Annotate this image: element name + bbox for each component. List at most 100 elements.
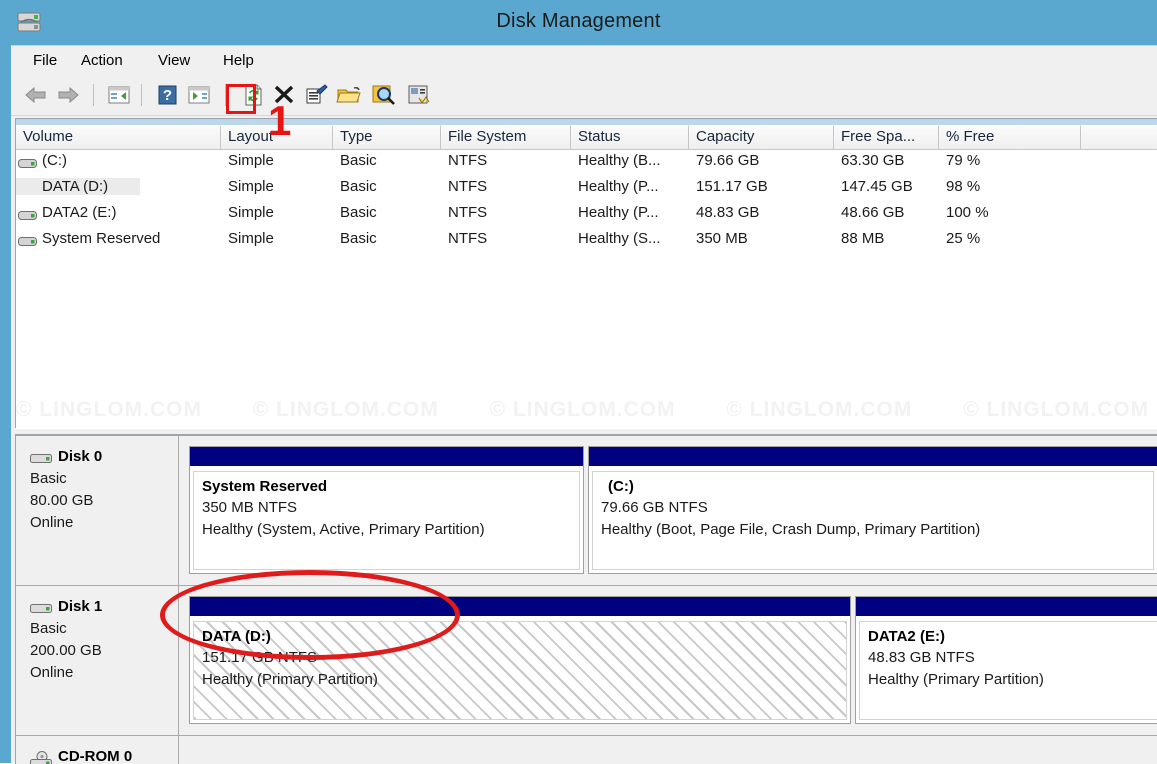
partition-body: System Reserved 350 MB NTFS Healthy (Sys… <box>193 471 580 570</box>
help-icon[interactable]: ? <box>153 81 181 109</box>
column-header-type[interactable]: Type <box>333 125 441 150</box>
partition-system-reserved[interactable]: System Reserved 350 MB NTFS Healthy (Sys… <box>189 446 584 574</box>
back-arrow-icon[interactable] <box>22 81 50 109</box>
partition-size-fs: 48.83 GB NTFS <box>868 647 1157 669</box>
toolbar: ? <box>11 75 1157 116</box>
table-row[interactable]: System Reserved Simple Basic NTFS Health… <box>16 228 1157 254</box>
toolbar-separator <box>93 84 94 106</box>
cell-type: Basic <box>340 152 377 169</box>
cell-layout: Simple <box>228 204 274 221</box>
table-row[interactable]: DATA2 (E:) Simple Basic NTFS Healthy (P.… <box>16 202 1157 228</box>
cell-layout: Simple <box>228 230 274 247</box>
column-header-percent-free[interactable]: % Free <box>939 125 1081 150</box>
cell-type: Basic <box>340 204 377 221</box>
partition-data-d-drive[interactable]: DATA (D:) 151.17 GB NTFS Healthy (Primar… <box>189 596 851 724</box>
search-magnifier-icon[interactable] <box>369 81 397 109</box>
volume-list-rows: (C:) Simple Basic NTFS Healthy (B... 79.… <box>16 150 1157 429</box>
partition-body: DATA2 (E:) 48.83 GB NTFS Healthy (Primar… <box>859 621 1157 720</box>
cell-free-space: 48.66 GB <box>841 204 904 221</box>
menu-action[interactable]: Action <box>75 50 129 71</box>
show-hide-action-pane-icon[interactable] <box>185 81 213 109</box>
refresh-icon[interactable] <box>239 81 267 109</box>
open-folder-icon[interactable] <box>335 81 363 109</box>
cell-file-system: NTFS <box>448 204 487 221</box>
partition-size-fs: 151.17 GB NTFS <box>202 647 846 669</box>
disk-0-kind: Basic <box>30 468 178 490</box>
forward-arrow-icon[interactable] <box>54 81 82 109</box>
cell-free-space: 147.45 GB <box>841 178 913 195</box>
menu-help[interactable]: Help <box>217 50 260 71</box>
cd-rom-drive-icon <box>30 751 54 764</box>
partition-title: (C:) <box>601 478 1153 495</box>
disk-1-title: Disk 1 <box>30 598 178 615</box>
disk-0-size: 80.00 GB <box>30 490 178 512</box>
column-header-file-system[interactable]: File System <box>441 125 571 150</box>
menu-view[interactable]: View <box>152 50 196 71</box>
partition-header-bar <box>589 447 1157 467</box>
cell-status: Healthy (P... <box>578 204 659 221</box>
disk-1-state: Online <box>30 662 178 684</box>
cell-percent-free: 79 % <box>946 152 980 169</box>
disk-0-info[interactable]: Disk 0 Basic 80.00 GB Online <box>16 436 179 585</box>
cell-percent-free: 100 % <box>946 204 989 221</box>
disk-0-state: Online <box>30 512 178 534</box>
cell-status: Healthy (P... <box>578 178 659 195</box>
partition-body: (C:) 79.66 GB NTFS Healthy (Boot, Page F… <box>592 471 1154 570</box>
disk-1-info[interactable]: Disk 1 Basic 200.00 GB Online <box>16 586 179 735</box>
partition-status: Healthy (Boot, Page File, Crash Dump, Pr… <box>601 519 1153 541</box>
disk-0-title: Disk 0 <box>30 448 178 465</box>
partition-status: Healthy (System, Active, Primary Partiti… <box>202 519 579 541</box>
column-header-free-space[interactable]: Free Spa... <box>834 125 939 150</box>
client-area: File Action View Help <box>11 45 1157 763</box>
cell-free-space: 63.30 GB <box>841 152 904 169</box>
column-header-layout[interactable]: Layout <box>221 125 333 150</box>
disk-row-disk-0[interactable]: Disk 0 Basic 80.00 GB Online System Rese… <box>16 436 1157 586</box>
partition-title: System Reserved <box>202 478 579 495</box>
graphical-disk-pane: Disk 0 Basic 80.00 GB Online System Rese… <box>15 434 1157 764</box>
cell-layout: Simple <box>228 178 274 195</box>
cdrom-0-title: CD-ROM 0 <box>30 748 178 764</box>
disk-1-partitions: DATA (D:) 151.17 GB NTFS Healthy (Primar… <box>179 586 1157 735</box>
partition-header-bar <box>856 597 1157 617</box>
partition-status: Healthy (Primary Partition) <box>202 669 846 691</box>
cell-capacity: 79.66 GB <box>696 152 759 169</box>
properties-icon[interactable] <box>302 81 330 109</box>
partition-header-bar <box>190 597 850 617</box>
disk-row-disk-1[interactable]: Disk 1 Basic 200.00 GB Online DATA (D:) … <box>16 586 1157 736</box>
partition-title: DATA2 (E:) <box>868 628 1157 645</box>
partition-header-bar <box>190 447 583 467</box>
rescan-disks-icon[interactable] <box>405 81 433 109</box>
partition-c-drive[interactable]: (C:) 79.66 GB NTFS Healthy (Boot, Page F… <box>588 446 1157 574</box>
title-bar[interactable]: Disk Management <box>0 0 1157 45</box>
table-row[interactable]: (C:) Simple Basic NTFS Healthy (B... 79.… <box>16 150 1157 176</box>
column-header-capacity[interactable]: Capacity <box>689 125 834 150</box>
disk-row-cdrom-0[interactable]: CD-ROM 0 DVD (F:) <box>16 736 1157 764</box>
partition-data2-e-drive[interactable]: DATA2 (E:) 48.83 GB NTFS Healthy (Primar… <box>855 596 1157 724</box>
cell-percent-free: 98 % <box>946 178 980 195</box>
cell-file-system: NTFS <box>448 230 487 247</box>
table-row[interactable]: DATA (D:) Simple Basic NTFS Healthy (P..… <box>16 176 1157 202</box>
disk-management-window: Disk Management File Action View Help <box>0 0 1157 763</box>
cell-type: Basic <box>340 230 377 247</box>
volume-list-header: Volume Layout Type File System Status Ca… <box>16 125 1157 150</box>
menu-bar: File Action View Help <box>11 46 1157 75</box>
column-header-volume[interactable]: Volume <box>16 125 221 150</box>
cdrom-0-name: CD-ROM 0 <box>58 748 132 764</box>
hard-disk-icon <box>30 451 54 465</box>
partition-size-fs: 350 MB NTFS <box>202 497 579 519</box>
menu-file[interactable]: File <box>27 50 63 71</box>
column-header-spacer[interactable] <box>1081 125 1157 150</box>
partition-size-fs: 79.66 GB NTFS <box>601 497 1153 519</box>
disk-0-name: Disk 0 <box>58 448 102 465</box>
show-hide-console-tree-icon[interactable] <box>105 81 133 109</box>
disk-0-partitions: System Reserved 350 MB NTFS Healthy (Sys… <box>179 436 1157 585</box>
cdrom-0-info[interactable]: CD-ROM 0 DVD (F:) <box>16 736 179 764</box>
cell-status: Healthy (S... <box>578 230 661 247</box>
column-header-status[interactable]: Status <box>571 125 689 150</box>
partition-body: DATA (D:) 151.17 GB NTFS Healthy (Primar… <box>193 621 847 720</box>
partition-title: DATA (D:) <box>202 628 846 645</box>
cell-type: Basic <box>340 178 377 195</box>
volume-list-pane: Volume Layout Type File System Status Ca… <box>15 118 1157 428</box>
toolbar-separator <box>141 84 142 106</box>
delete-x-icon[interactable] <box>270 81 298 109</box>
